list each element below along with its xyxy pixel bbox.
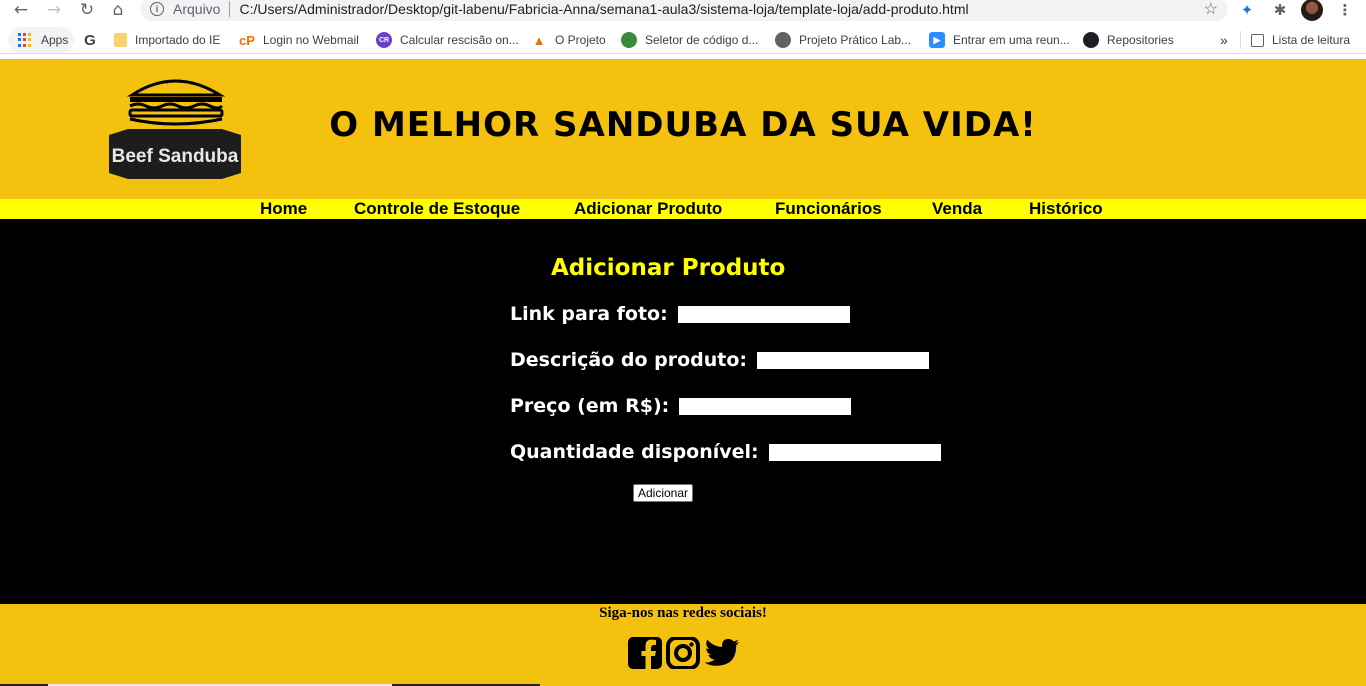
photo-link-input[interactable] — [677, 305, 850, 323]
bookmark-label: Login no Webmail — [263, 33, 359, 47]
add-product-button[interactable]: Adicionar — [633, 484, 693, 502]
reload-icon[interactable]: ↻ — [76, 0, 98, 20]
field-row-description: Descrição do produto: — [510, 349, 930, 371]
bookmark-label: O Projeto — [555, 33, 606, 47]
bookmark-importado[interactable]: Importado do IE — [114, 26, 220, 54]
bookmark-label: Seletor de código d... — [645, 33, 759, 47]
main-nav: Home Controle de Estoque Adicionar Produ… — [0, 199, 1366, 219]
page-headline: O MELHOR SANDUBA DA SUA VIDA! — [329, 105, 1037, 145]
logo-text: Beef Sanduba — [112, 146, 239, 167]
webmail-icon: cP — [239, 32, 255, 48]
nav-item-adicionar-produto[interactable]: Adicionar Produto — [574, 199, 722, 219]
scheme-label: Arquivo — [173, 1, 221, 17]
folder-icon — [114, 33, 127, 47]
bookmark-seletor[interactable]: Seletor de código d... — [621, 26, 758, 54]
bookmark-label: Repositories — [1107, 33, 1174, 47]
facebook-icon[interactable] — [627, 636, 663, 670]
quantity-label: Quantidade disponível: — [510, 441, 759, 463]
price-label: Preço (em R$): — [510, 395, 670, 417]
info-icon[interactable]: i — [150, 2, 164, 16]
project-icon: ▲ — [532, 32, 546, 48]
apps-grid-icon — [18, 33, 32, 47]
description-input[interactable] — [757, 351, 930, 369]
field-row-photo-link: Link para foto: — [510, 303, 850, 325]
g-logo-icon: G — [84, 31, 96, 49]
price-input[interactable] — [679, 397, 852, 415]
bookmarks-divider — [1240, 31, 1241, 49]
footer-social-text: Siga-nos nas redes sociais! — [599, 605, 767, 621]
bookmark-label: Entrar em uma reun... — [953, 33, 1070, 47]
url-text[interactable]: C:/Users/Administrador/Desktop/git-laben… — [239, 1, 968, 17]
nav-item-home[interactable]: Home — [260, 199, 307, 219]
reading-list-icon — [1251, 33, 1264, 47]
nav-item-historico[interactable]: Histórico — [1029, 199, 1103, 219]
zoom-icon: ▶ — [929, 32, 945, 48]
description-label: Descrição do produto: — [510, 349, 748, 371]
nav-item-controle-estoque[interactable]: Controle de Estoque — [354, 199, 520, 219]
bookmark-projeto[interactable]: ▲ O Projeto — [531, 26, 606, 54]
forward-arrow-icon[interactable]: → — [43, 0, 65, 20]
address-bar[interactable]: i Arquivo C:/Users/Administrador/Desktop… — [140, 0, 1228, 21]
reading-list[interactable]: Lista de leitura — [1251, 26, 1350, 54]
bookmark-g[interactable]: G — [82, 26, 106, 54]
bookmark-reuniao[interactable]: ▶ Entrar em uma reun... — [929, 26, 1070, 54]
site-header: Beef Sanduba O MELHOR SANDUBA DA SUA VID… — [0, 59, 1366, 199]
nav-item-funcionarios[interactable]: Funcionários — [775, 199, 882, 219]
reading-list-label: Lista de leitura — [1272, 33, 1351, 47]
instagram-icon[interactable] — [665, 636, 701, 670]
back-arrow-icon[interactable]: ← — [10, 0, 32, 20]
extension-feather-icon[interactable]: ✦ — [1236, 0, 1258, 20]
home-icon[interactable]: ⌂ — [107, 0, 129, 20]
bookmark-label: Projeto Prático Lab... — [799, 33, 912, 47]
github-icon — [1083, 32, 1099, 48]
more-menu-icon[interactable]: ⋮ — [1334, 0, 1356, 20]
nav-item-venda[interactable]: Venda — [932, 199, 982, 219]
calculator-icon: CR — [376, 32, 392, 48]
site-footer: Siga-nos nas redes sociais! — [0, 604, 1366, 684]
selector-icon — [621, 32, 637, 48]
bookmark-apps[interactable]: Apps — [8, 27, 75, 53]
globe-icon — [775, 32, 791, 48]
bookmark-repositories[interactable]: Repositories — [1083, 26, 1174, 54]
quantity-input[interactable] — [768, 443, 941, 461]
bookmark-label: Calcular rescisão on... — [400, 33, 519, 47]
web-page: Beef Sanduba O MELHOR SANDUBA DA SUA VID… — [0, 59, 1366, 686]
profile-avatar[interactable] — [1301, 0, 1323, 21]
form-title: Adicionar Produto — [551, 255, 786, 281]
twitter-icon[interactable] — [703, 636, 741, 670]
bookmark-label: Importado do IE — [135, 33, 221, 47]
bookmark-label: Apps — [41, 33, 69, 47]
bookmark-rescisao[interactable]: CR Calcular rescisão on... — [376, 26, 519, 54]
omnibox-divider — [229, 1, 231, 17]
extensions-puzzle-icon[interactable]: ✱ — [1269, 0, 1291, 20]
bookmark-projeto-pratico[interactable]: Projeto Prático Lab... — [775, 26, 911, 54]
photo-link-label: Link para foto: — [510, 303, 668, 325]
bookmark-star-icon[interactable]: ☆ — [1204, 0, 1218, 19]
bookmarks-overflow[interactable]: » — [1220, 26, 1228, 54]
browser-toolbar: ← → ↻ ⌂ i Arquivo C:/Users/Administrador… — [0, 0, 1366, 22]
bookmark-webmail[interactable]: cP Login no Webmail — [239, 26, 359, 54]
field-row-price: Preço (em R$): — [510, 395, 852, 417]
field-row-quantity: Quantidade disponível: — [510, 441, 941, 463]
bookmarks-bar: Apps G Importado do IE cP Login no Webma… — [0, 26, 1366, 54]
add-product-section: Adicionar Produto Link para foto: Descri… — [0, 219, 1366, 604]
